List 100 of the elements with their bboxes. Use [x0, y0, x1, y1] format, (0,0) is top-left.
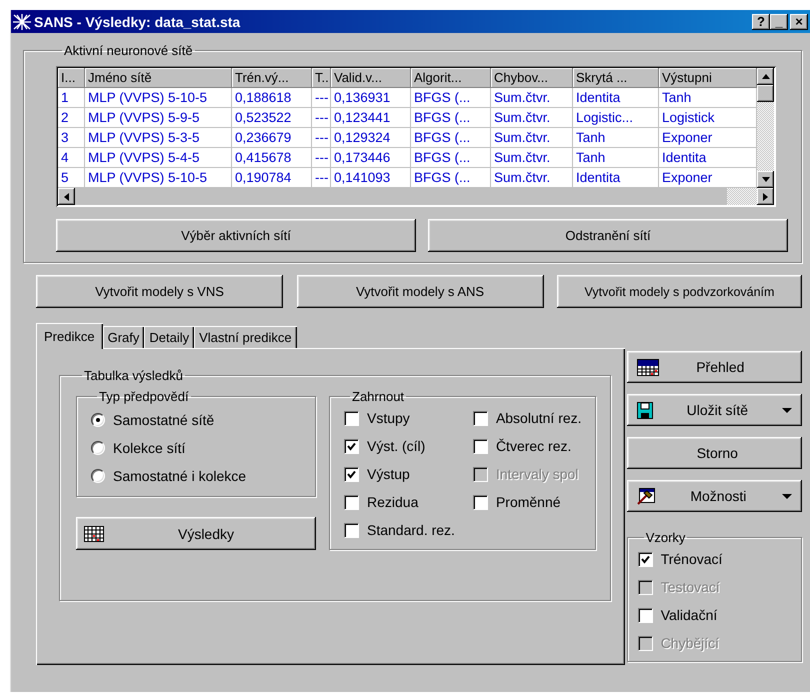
network-icon — [13, 14, 31, 30]
table-cell: BFGS (... — [411, 148, 491, 168]
option-label: Intervaly spol — [496, 466, 578, 482]
table-cell: 4 — [58, 148, 85, 168]
table-cell: --- — [312, 148, 331, 168]
table-cell: 0,523522 — [232, 108, 312, 128]
side-button[interactable]: Storno — [626, 437, 802, 469]
table-cell: 0,123441 — [331, 108, 411, 128]
checkbox[interactable] — [344, 410, 359, 426]
checkmark-icon — [347, 442, 356, 450]
table-cell: 0,173446 — [331, 148, 411, 168]
option-label: Testovací — [660, 579, 720, 595]
checkbox[interactable] — [472, 438, 488, 454]
create-models-button[interactable]: Vytvořit modely s ANS — [296, 275, 544, 308]
group-title: Vzorky — [644, 530, 686, 545]
option-label: Samostatné sítě — [113, 412, 214, 428]
scroll-thumb[interactable] — [757, 85, 774, 102]
checkbox[interactable] — [344, 438, 359, 454]
action-button[interactable]: Výběr aktivních sítí — [56, 219, 416, 252]
action-button[interactable]: Odstranění sítí — [428, 219, 788, 252]
checkbox[interactable] — [638, 608, 653, 622]
column-header[interactable]: Výstupni — [659, 68, 757, 88]
table-cell: Sum.čtvr. — [491, 88, 573, 108]
checkbox[interactable] — [344, 522, 359, 538]
checkmark-icon — [640, 554, 650, 564]
side-button[interactable]: Uložit sítě — [626, 394, 802, 426]
table-cell: MLP (VVPS) 5-9-5 — [85, 108, 232, 128]
table-cell: Sum.čtvr. — [491, 148, 573, 168]
column-header[interactable]: Valid.v... — [331, 68, 411, 88]
radio-button[interactable] — [91, 413, 105, 427]
group-title: Aktivní neuronové sítě — [63, 43, 194, 58]
column-header[interactable]: T.. — [312, 68, 331, 88]
window-title: SANS - Výsledky: data_stat.sta — [34, 14, 240, 30]
table-cell: BFGS (... — [411, 88, 491, 108]
table-cell: 3 — [58, 128, 85, 148]
table-cell: Tanh — [573, 128, 659, 148]
results-button[interactable]: Výsledky — [76, 517, 316, 550]
tab[interactable]: Detaily — [144, 326, 194, 348]
table-cell: BFGS (... — [411, 108, 491, 128]
option-label: Chybějící — [660, 635, 720, 651]
table-cell: MLP (VVPS) 5-10-5 — [85, 88, 232, 108]
checkbox[interactable] — [472, 410, 488, 426]
tab[interactable]: Predikce — [36, 323, 103, 349]
option-label: Výst. (cíl) — [367, 438, 426, 454]
scroll-left-icon[interactable] — [58, 188, 75, 205]
checkbox[interactable] — [344, 466, 359, 482]
option-label: Rezidua — [367, 494, 418, 510]
table-cell: Logistic... — [573, 108, 659, 128]
title-bar-button[interactable]: × — [790, 14, 808, 30]
side-button[interactable]: Přehled — [626, 351, 802, 383]
scroll-up-icon[interactable] — [757, 68, 774, 85]
column-header[interactable]: Algorit... — [411, 68, 491, 88]
group-title: Typ předpovědí — [98, 389, 190, 404]
option-label: Kolekce sítí — [113, 440, 186, 456]
tab[interactable]: Vlastní predikce — [194, 326, 297, 348]
group-title: Zahrnout — [351, 389, 406, 404]
option-label: Výstup — [367, 466, 410, 482]
title-bar-button[interactable]: ? — [752, 14, 770, 30]
table-cell: Sum.čtvr. — [491, 128, 573, 148]
dropdown-arrow-icon — [782, 408, 792, 412]
radio-button[interactable] — [91, 469, 105, 483]
column-header[interactable]: Skrytá ... — [573, 68, 659, 88]
hammer-icon — [636, 488, 655, 504]
create-models-button[interactable]: Vytvořit modely s podvzorkováním — [557, 275, 802, 308]
vertical-scrollbar[interactable] — [757, 68, 774, 188]
column-header[interactable]: Trén.vý... — [232, 68, 312, 88]
horizontal-scrollbar[interactable] — [58, 188, 774, 205]
table-cell: MLP (VVPS) 5-4-5 — [85, 148, 232, 168]
table-cell: --- — [312, 128, 331, 148]
table-cell: --- — [312, 108, 331, 128]
checkbox[interactable] — [344, 494, 359, 510]
table-cell: MLP (VVPS) 5-3-5 — [85, 128, 232, 148]
option-label: Validační — [660, 607, 718, 623]
option-label: Samostatné i kolekce — [113, 468, 246, 484]
table-cell: --- — [312, 88, 331, 108]
option-label: Čtverec rez. — [496, 438, 572, 454]
table-cell: 0,236679 — [232, 128, 312, 148]
table-cell: 2 — [58, 108, 85, 128]
column-header[interactable]: I... — [58, 68, 85, 88]
option-label: Trénovací — [660, 551, 722, 567]
table-cell: 0,415678 — [232, 148, 312, 168]
title-bar-button[interactable]: _ — [770, 14, 788, 30]
radio-button[interactable] — [91, 441, 105, 455]
table-cell: 1 — [58, 88, 85, 108]
scroll-thumb[interactable] — [727, 188, 757, 205]
table-cell: 0,136931 — [331, 88, 411, 108]
column-header[interactable]: Jméno sítě — [85, 68, 232, 88]
dropdown-arrow-icon — [782, 494, 792, 498]
checkbox[interactable] — [472, 494, 488, 510]
side-button[interactable]: Možnosti — [626, 480, 802, 512]
scroll-right-icon[interactable] — [757, 188, 774, 205]
option-label: Proměnné — [496, 494, 561, 510]
checkbox[interactable] — [638, 552, 653, 566]
create-models-button[interactable]: Vytvořit modely s VNS — [36, 275, 283, 308]
scroll-down-icon[interactable] — [757, 171, 774, 188]
option-label: Absolutní rez. — [496, 410, 582, 426]
tab[interactable]: Grafy — [102, 326, 144, 348]
checkmark-icon — [347, 470, 356, 478]
column-header[interactable]: Chybov... — [491, 68, 573, 88]
table-cell: Sum.čtvr. — [491, 108, 573, 128]
